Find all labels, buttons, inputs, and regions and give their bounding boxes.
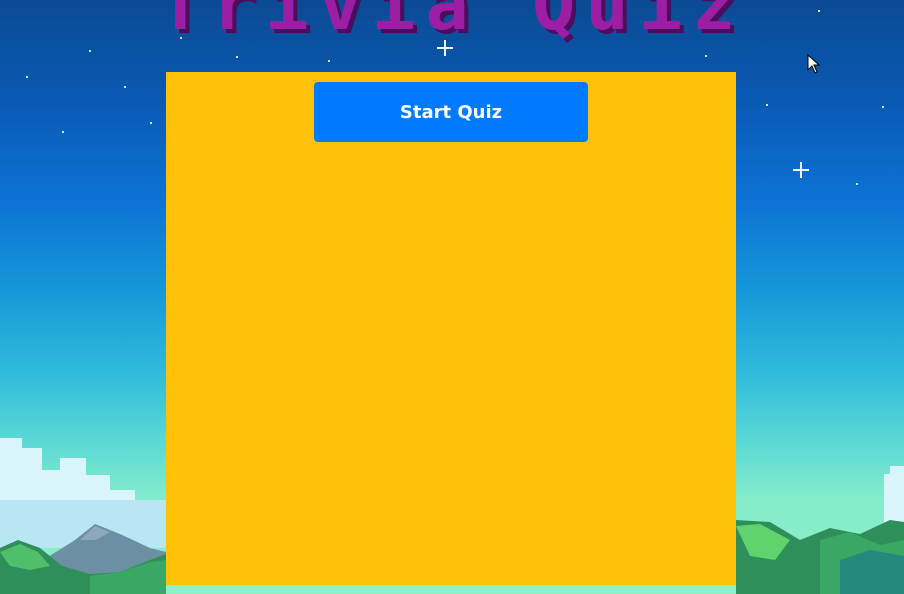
quiz-panel: Start Quiz [166,72,736,585]
mouse-pointer-icon [807,54,821,74]
game-background: Trivia Quiz Start Quiz [0,0,904,594]
start-quiz-button[interactable]: Start Quiz [314,82,588,142]
